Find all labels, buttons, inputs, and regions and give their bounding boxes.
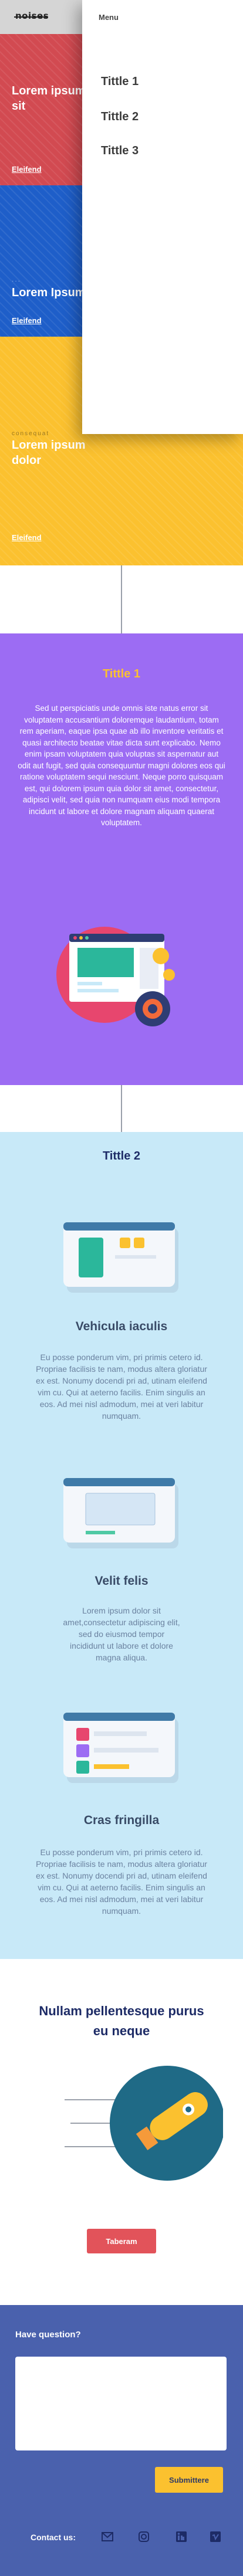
- taberam-button[interactable]: Taberam: [87, 2229, 156, 2253]
- menu-label[interactable]: Menu: [99, 13, 119, 22]
- footer: Have question? Submittere Contact us:: [0, 2305, 243, 2576]
- timeline-connector: [121, 1085, 122, 1132]
- tile-link[interactable]: Eleifend: [12, 533, 42, 542]
- tile-subtitle: ···: [12, 278, 21, 284]
- question-label: Have question?: [15, 2330, 81, 2340]
- menu-item-tittle-1[interactable]: Tittle 1: [101, 75, 139, 89]
- timeline-connector: [121, 565, 122, 633]
- tile-subtitle: consequat: [12, 431, 50, 437]
- cta-title: Nullam pellentesque purus eu neque: [39, 2004, 204, 2038]
- tile-link[interactable]: Eleifend: [12, 316, 42, 325]
- feature-text: Eu posse ponderum vim, pri primis cetero…: [36, 1353, 207, 1421]
- section-tittle-1: Tittle 1 Sed ut perspiciatis unde omnis …: [0, 633, 243, 1085]
- tile-link[interactable]: Eleifend: [12, 165, 42, 174]
- section-text: Sed ut perspiciatis unde omnis iste natu…: [18, 704, 225, 827]
- rocket-illustration: [65, 2066, 223, 2181]
- feature-title: Cras fringilla: [83, 1814, 160, 1827]
- web-settings-illustration: [56, 927, 175, 1026]
- menu-panel: Menu Tittle 1 Tittle 2 Tittle 3: [82, 0, 243, 434]
- logo-area: noises: [0, 0, 82, 34]
- section-tittle-2: Tittle 2 Vehicula iaculis Eu posse ponde…: [0, 1132, 243, 1959]
- logo-strike: [14, 16, 48, 18]
- menu-item-tittle-2[interactable]: Tittle 2: [101, 110, 139, 124]
- tile-title: Lorem ipsum sit: [12, 84, 86, 113]
- window-illustration: [63, 1222, 178, 1293]
- tile-title: Lorem Ipsum: [12, 286, 86, 299]
- section-title: Tittle 2: [102, 1150, 141, 1162]
- feature-text: Eu posse ponderum vim, pri primis cetero…: [36, 1848, 207, 1916]
- window-illustration: [63, 1478, 178, 1548]
- mail-icon[interactable]: [100, 2529, 115, 2544]
- tile-title: Lorem ipsum dolor: [12, 439, 86, 467]
- question-textarea[interactable]: [15, 2357, 227, 2450]
- contact-label: Contact us:: [31, 2533, 76, 2542]
- instagram-icon[interactable]: [136, 2529, 151, 2544]
- section-title: Tittle 1: [102, 667, 141, 680]
- logo[interactable]: noises: [15, 11, 49, 21]
- menu-item-tittle-3[interactable]: Tittle 3: [101, 144, 139, 158]
- window-illustration: [63, 1713, 178, 1783]
- feature-title: Velit felis: [95, 1574, 148, 1588]
- feature-text: Lorem ipsum dolor sit amet,consectetur a…: [63, 1606, 180, 1662]
- vimeo-icon[interactable]: [208, 2529, 223, 2544]
- submit-button[interactable]: Submittere: [155, 2467, 223, 2493]
- feature-title: Vehicula iaculis: [75, 1320, 168, 1333]
- linkedin-icon[interactable]: [174, 2529, 189, 2544]
